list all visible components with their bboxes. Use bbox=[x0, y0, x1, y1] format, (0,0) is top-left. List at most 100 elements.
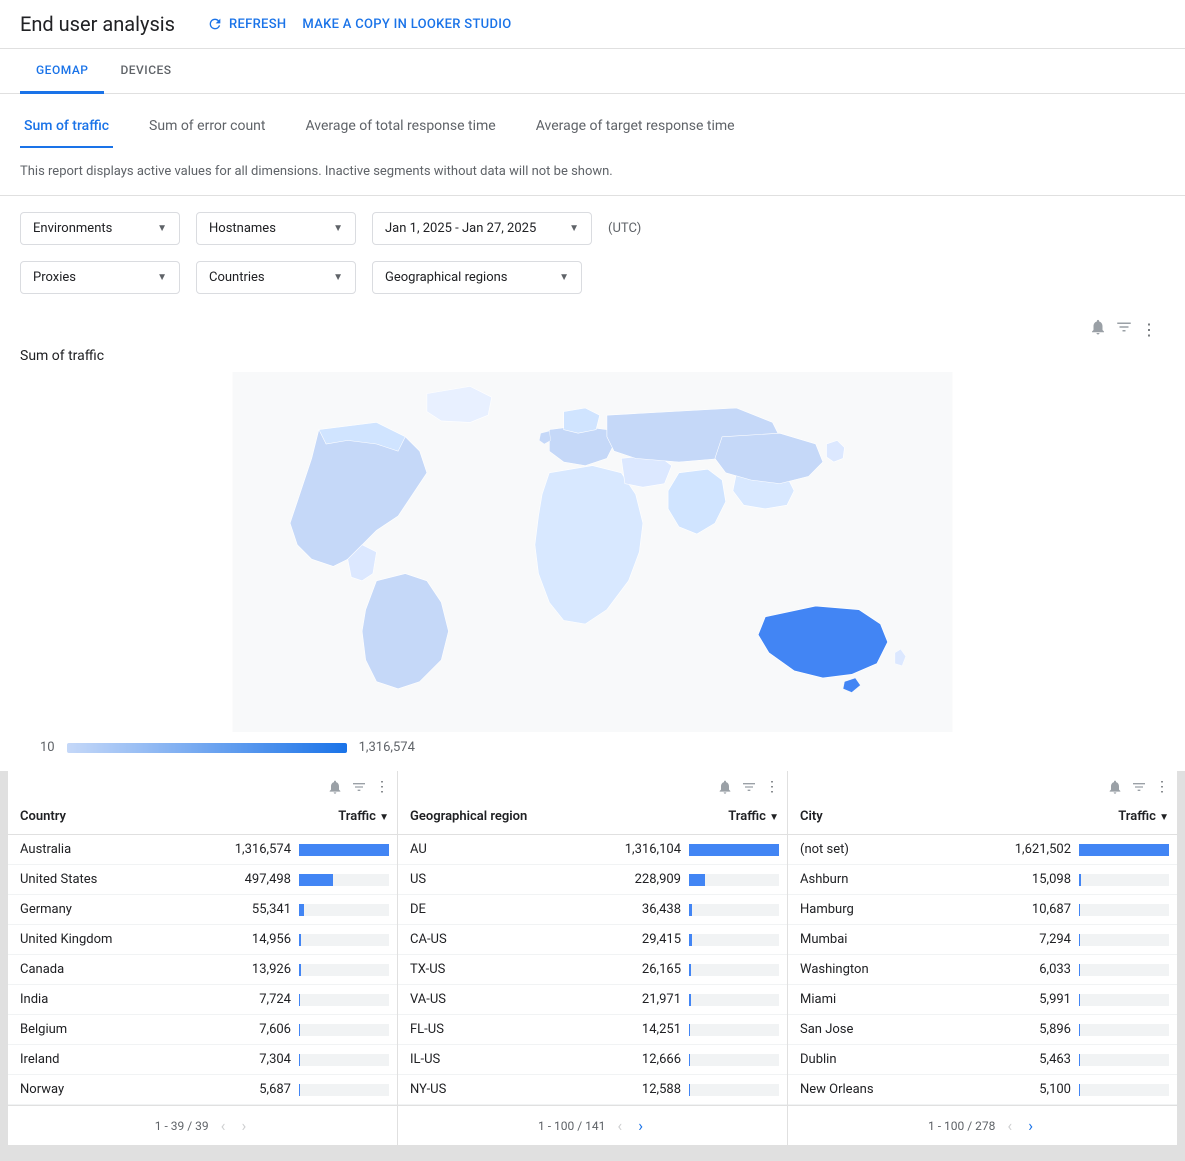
countries-filter-icon[interactable] bbox=[351, 779, 367, 799]
environments-label: Environments bbox=[33, 221, 112, 236]
row-traffic: 21,971 bbox=[569, 985, 787, 1015]
date-range-filter[interactable]: Jan 1, 2025 - Jan 27, 2025 ▼ bbox=[372, 212, 592, 245]
table-row: United States497,498 bbox=[8, 865, 397, 895]
cities-prev-btn[interactable]: ‹ bbox=[1003, 1114, 1016, 1137]
traffic-bar-wrap bbox=[689, 934, 779, 946]
geo-next-btn[interactable]: › bbox=[634, 1114, 647, 1137]
traffic-bar-wrap bbox=[1079, 874, 1169, 886]
row-traffic-value: 5,100 bbox=[1039, 1082, 1071, 1097]
row-traffic-value: 15,098 bbox=[1032, 872, 1071, 887]
row-traffic: 55,341 bbox=[161, 895, 397, 925]
countries-bell-icon[interactable] bbox=[327, 779, 343, 799]
cities-bell-icon[interactable] bbox=[1107, 779, 1123, 799]
cities-table-actions: ⋮ bbox=[788, 771, 1177, 799]
subtab-sum-traffic[interactable]: Sum of traffic bbox=[20, 110, 113, 148]
hostnames-filter[interactable]: Hostnames ▼ bbox=[196, 212, 356, 245]
row-traffic-value: 12,666 bbox=[642, 1052, 681, 1067]
traffic-bar-wrap bbox=[299, 964, 389, 976]
row-traffic: 7,294 bbox=[924, 925, 1177, 955]
row-name: FL-US bbox=[398, 1015, 569, 1045]
row-traffic: 5,991 bbox=[924, 985, 1177, 1015]
map-title: Sum of traffic bbox=[20, 344, 1165, 372]
row-traffic-value: 26,165 bbox=[642, 962, 681, 977]
row-traffic: 7,606 bbox=[161, 1015, 397, 1045]
map-filter-icon[interactable] bbox=[1115, 318, 1133, 340]
copy-looker-label: MAKE A COPY IN LOOKER STUDIO bbox=[302, 17, 511, 32]
countries-page-info: 1 - 39 / 39 bbox=[155, 1119, 209, 1133]
proxies-filter[interactable]: Proxies ▼ bbox=[20, 261, 180, 294]
row-traffic-value: 10,687 bbox=[1032, 902, 1071, 917]
row-name: Australia bbox=[8, 835, 161, 865]
world-map[interactable] bbox=[20, 372, 1165, 732]
map-bell-icon[interactable] bbox=[1089, 318, 1107, 340]
geo-bell-icon[interactable] bbox=[717, 779, 733, 799]
row-traffic: 10,687 bbox=[924, 895, 1177, 925]
geo-more-icon[interactable]: ⋮ bbox=[765, 779, 779, 799]
refresh-button[interactable]: REFRESH bbox=[207, 16, 286, 32]
countries-arrow: ▼ bbox=[333, 272, 343, 283]
countries-filter[interactable]: Countries ▼ bbox=[196, 261, 356, 294]
traffic-bar-wrap bbox=[1079, 1054, 1169, 1066]
traffic-bar-wrap bbox=[689, 1054, 779, 1066]
traffic-col-header[interactable]: Traffic ▼ bbox=[161, 799, 397, 835]
row-traffic-value: 29,415 bbox=[642, 932, 681, 947]
traffic-bar bbox=[1079, 904, 1080, 916]
row-traffic: 29,415 bbox=[569, 925, 787, 955]
table-row: Norway5,687 bbox=[8, 1075, 397, 1105]
row-name: Germany bbox=[8, 895, 161, 925]
subtab-sum-error[interactable]: Sum of error count bbox=[145, 110, 269, 148]
traffic-bar-wrap bbox=[689, 844, 779, 856]
table-row: VA-US21,971 bbox=[398, 985, 787, 1015]
geo-regions-filter[interactable]: Geographical regions ▼ bbox=[372, 261, 582, 294]
traffic-bar bbox=[689, 1084, 690, 1096]
row-name: United Kingdom bbox=[8, 925, 161, 955]
row-traffic-value: 6,033 bbox=[1039, 962, 1071, 977]
row-name: NY-US bbox=[398, 1075, 569, 1105]
filter-row-1: Environments ▼ Hostnames ▼ Jan 1, 2025 -… bbox=[0, 196, 1185, 261]
environments-filter[interactable]: Environments ▼ bbox=[20, 212, 180, 245]
row-traffic: 12,588 bbox=[569, 1075, 787, 1105]
cities-more-icon[interactable]: ⋮ bbox=[1155, 779, 1169, 799]
traffic-scale: 10 1,316,574 bbox=[20, 732, 1165, 771]
row-name: VA-US bbox=[398, 985, 569, 1015]
traffic-bar-wrap bbox=[299, 1054, 389, 1066]
table-row: Mumbai7,294 bbox=[788, 925, 1177, 955]
date-range-arrow: ▼ bbox=[569, 223, 579, 234]
city-traffic-col-header[interactable]: Traffic ▼ bbox=[924, 799, 1177, 835]
row-traffic-value: 55,341 bbox=[252, 902, 291, 917]
proxies-label: Proxies bbox=[33, 270, 76, 285]
traffic-bar-wrap bbox=[689, 994, 779, 1006]
geo-filter-icon[interactable] bbox=[741, 779, 757, 799]
copy-looker-button[interactable]: MAKE A COPY IN LOOKER STUDIO bbox=[302, 17, 511, 32]
hostnames-label: Hostnames bbox=[209, 221, 276, 236]
table-row: New Orleans5,100 bbox=[788, 1075, 1177, 1105]
table-row: TX-US26,165 bbox=[398, 955, 787, 985]
table-row: Australia1,316,574 bbox=[8, 835, 397, 865]
row-traffic-value: 14,251 bbox=[642, 1022, 681, 1037]
traffic-bar-wrap bbox=[299, 904, 389, 916]
tab-geomap[interactable]: GEOMAP bbox=[20, 49, 104, 94]
row-name: CA-US bbox=[398, 925, 569, 955]
cities-filter-icon[interactable] bbox=[1131, 779, 1147, 799]
traffic-bar bbox=[1079, 874, 1081, 886]
geo-traffic-col-header[interactable]: Traffic ▼ bbox=[569, 799, 787, 835]
cities-next-btn[interactable]: › bbox=[1024, 1114, 1037, 1137]
row-traffic: 14,956 bbox=[161, 925, 397, 955]
subtab-avg-target[interactable]: Average of target response time bbox=[532, 110, 739, 148]
date-range-label: Jan 1, 2025 - Jan 27, 2025 bbox=[385, 221, 536, 236]
row-name: US bbox=[398, 865, 569, 895]
refresh-label: REFRESH bbox=[229, 17, 286, 32]
countries-next-btn[interactable]: › bbox=[237, 1114, 250, 1137]
map-more-icon[interactable]: ⋮ bbox=[1141, 320, 1157, 339]
countries-prev-btn[interactable]: ‹ bbox=[217, 1114, 230, 1137]
tab-devices[interactable]: DEVICES bbox=[104, 49, 187, 94]
row-traffic-value: 7,606 bbox=[259, 1022, 291, 1037]
geo-page-info: 1 - 100 / 141 bbox=[538, 1119, 605, 1133]
countries-more-icon[interactable]: ⋮ bbox=[375, 779, 389, 799]
row-traffic: 14,251 bbox=[569, 1015, 787, 1045]
cities-table: City Traffic ▼ (not set)1,621,502Ashburn… bbox=[788, 799, 1177, 1105]
subtab-avg-total[interactable]: Average of total response time bbox=[301, 110, 499, 148]
table-row: Hamburg10,687 bbox=[788, 895, 1177, 925]
row-traffic: 15,098 bbox=[924, 865, 1177, 895]
geo-prev-btn[interactable]: ‹ bbox=[613, 1114, 626, 1137]
